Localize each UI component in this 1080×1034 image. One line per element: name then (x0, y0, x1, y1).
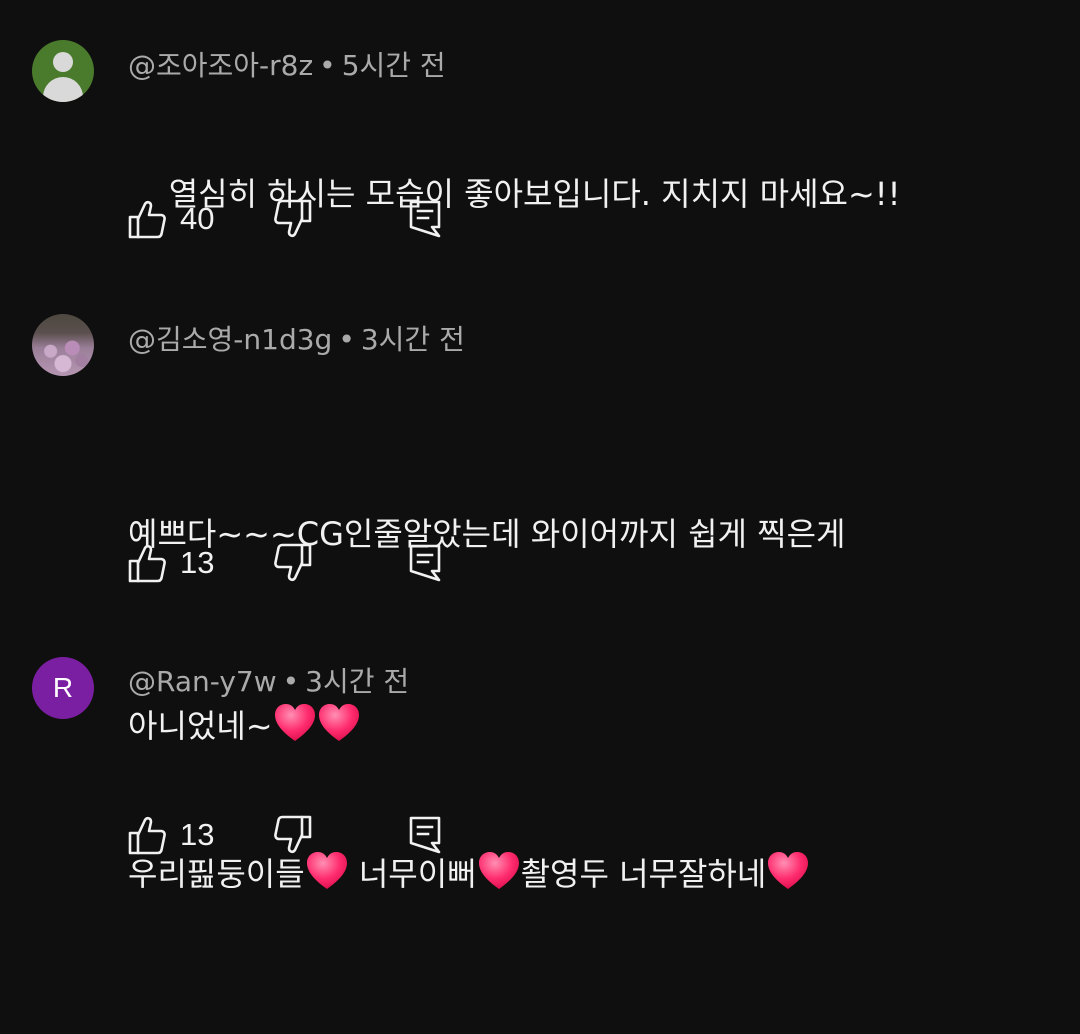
comment-text: 우리핊둥이들 너무이뻐 촬영두 너무잘하네 (128, 714, 1028, 1034)
comment-actions: 13 (128, 813, 528, 857)
reply-comment-icon (408, 543, 442, 583)
thumbs-up-icon (128, 199, 166, 239)
comment-segment: 우리핊둥이들 (128, 855, 305, 893)
separator-dot: • (319, 49, 336, 82)
separator-dot: • (282, 665, 300, 698)
thumbs-up-icon (128, 543, 166, 583)
default-user-icon (53, 52, 73, 72)
avatar[interactable] (32, 40, 94, 102)
comment-meta: @김소영-n1d3g • 3시간 전 (128, 320, 465, 360)
like-count: 40 (180, 201, 215, 236)
comment-segment: 촬영두 너무잘하네 (520, 855, 767, 893)
like-count: 13 (180, 545, 215, 580)
like-button[interactable]: 13 (128, 541, 214, 585)
like-button[interactable]: 13 (128, 813, 214, 857)
author-name[interactable]: @Ran-y7w (128, 665, 277, 698)
timestamp[interactable]: 3시간 전 (305, 665, 409, 698)
avatar[interactable] (32, 314, 94, 376)
author-name[interactable]: @조아조아-r8z (128, 49, 313, 82)
comment-text: 열심히 하시는 모습이 좋아보입니다. 지치지 마세요~!! (128, 98, 1028, 290)
thumbs-down-icon (274, 815, 312, 855)
reply-button[interactable] (408, 813, 442, 857)
avatar[interactable]: R (32, 657, 94, 719)
author-name[interactable]: @김소영-n1d3g (128, 323, 332, 356)
heart-emoji-icon (766, 851, 810, 891)
thumbs-up-icon (128, 815, 166, 855)
thumbs-down-icon (274, 543, 312, 583)
comment-actions: 13 (128, 541, 528, 585)
dislike-button[interactable] (274, 541, 312, 585)
heart-emoji-icon (477, 851, 521, 891)
timestamp[interactable]: 5시간 전 (342, 49, 446, 82)
thumbs-down-icon (274, 199, 312, 239)
avatar-letter: R (52, 672, 74, 703)
dislike-button[interactable] (274, 813, 312, 857)
separator-dot: • (338, 323, 355, 356)
timestamp[interactable]: 3시간 전 (361, 323, 465, 356)
dislike-button[interactable] (274, 197, 312, 241)
comment-meta: @조아조아-r8z • 5시간 전 (128, 46, 446, 86)
comment-meta: @Ran-y7w • 3시간 전 (128, 662, 409, 702)
reply-comment-icon (408, 815, 442, 855)
reply-button[interactable] (408, 197, 442, 241)
reply-comment-icon (408, 199, 442, 239)
like-button[interactable]: 40 (128, 197, 214, 241)
heart-emoji-icon (305, 851, 349, 891)
comment-segment: 너무이뻐 (348, 855, 477, 893)
reply-button[interactable] (408, 541, 442, 585)
like-count: 13 (180, 817, 215, 852)
comment-actions: 40 (128, 197, 528, 241)
